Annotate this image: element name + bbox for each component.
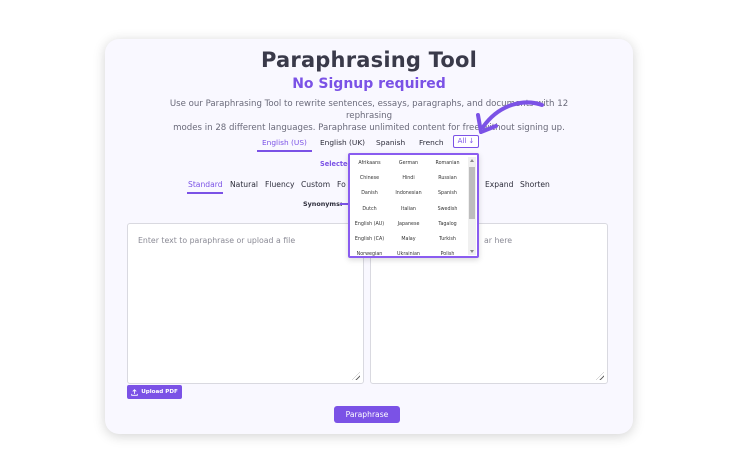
language-option[interactable]: Japanese <box>389 220 428 235</box>
output-placeholder: ar here <box>484 236 513 245</box>
synonyms-label: Synonyms: <box>303 200 343 208</box>
resize-handle-icon[interactable] <box>352 372 360 380</box>
active-mode-underline <box>187 192 223 194</box>
language-option[interactable]: Danish <box>350 189 389 204</box>
language-option[interactable]: Russian <box>428 174 467 189</box>
scrollbar-thumb[interactable] <box>469 167 475 219</box>
dropdown-scrollbar[interactable] <box>468 157 476 255</box>
resize-handle-icon[interactable] <box>596 372 604 380</box>
scroll-down-icon[interactable] <box>470 250 474 253</box>
mode-fluency[interactable]: Fluency <box>265 180 294 189</box>
language-dropdown: Afrikaans German Romanian Chinese Hindi Russi… <box>348 153 479 258</box>
language-option[interactable]: Swedish <box>428 205 467 220</box>
page-title: Paraphrasing Tool <box>260 48 477 72</box>
mode-standard[interactable]: Standard <box>188 180 223 189</box>
tab-english-us[interactable]: English (US) <box>262 138 307 147</box>
language-option[interactable]: Turkish <box>428 235 467 250</box>
language-option[interactable]: Indonesian <box>389 189 428 204</box>
input-placeholder: Enter text to paraphrase or upload a fil… <box>138 236 296 245</box>
mode-formal[interactable]: Fo <box>337 180 346 189</box>
upload-pdf-label: Upload PDF <box>141 389 178 395</box>
tab-spanish[interactable]: Spanish <box>376 138 405 147</box>
language-option[interactable]: Chinese <box>350 174 389 189</box>
upload-pdf-button[interactable]: Upload PDF <box>127 385 182 399</box>
language-option[interactable]: Hindi <box>389 174 428 189</box>
upload-icon <box>131 388 138 396</box>
language-option[interactable]: Malay <box>389 235 428 250</box>
language-option[interactable]: Spanish <box>428 189 467 204</box>
language-option[interactable]: German <box>389 159 428 174</box>
language-option[interactable]: Polish <box>428 250 467 256</box>
language-option[interactable]: Romanian <box>428 159 467 174</box>
mode-custom[interactable]: Custom <box>301 180 330 189</box>
language-option[interactable]: Italian <box>389 205 428 220</box>
tab-english-uk[interactable]: English (UK) <box>320 138 365 147</box>
language-option[interactable]: Dutch <box>350 205 389 220</box>
language-option[interactable]: Afrikaans <box>350 159 389 174</box>
paraphrase-button[interactable]: Paraphrase <box>334 406 400 423</box>
language-option[interactable]: English (AU) <box>350 220 389 235</box>
language-option[interactable]: Norwegian <box>350 250 389 256</box>
language-option[interactable]: Tagalog <box>428 220 467 235</box>
mode-expand[interactable]: Expand <box>485 180 513 189</box>
language-option[interactable]: Ukrainian <box>389 250 428 256</box>
input-textarea[interactable]: Enter text to paraphrase or upload a fil… <box>127 223 364 384</box>
tab-french[interactable]: French <box>419 138 444 147</box>
mode-shorten[interactable]: Shorten <box>520 180 550 189</box>
page-subtitle: No Signup required <box>292 76 446 92</box>
scroll-up-icon[interactable] <box>470 159 474 162</box>
language-option[interactable]: English (CA) <box>350 235 389 250</box>
mode-natural[interactable]: Natural <box>230 180 258 189</box>
language-dropdown-list: Afrikaans German Romanian Chinese Hindi Russi… <box>350 159 467 256</box>
pointer-arrow-icon <box>476 100 544 134</box>
active-tab-underline <box>257 150 312 152</box>
